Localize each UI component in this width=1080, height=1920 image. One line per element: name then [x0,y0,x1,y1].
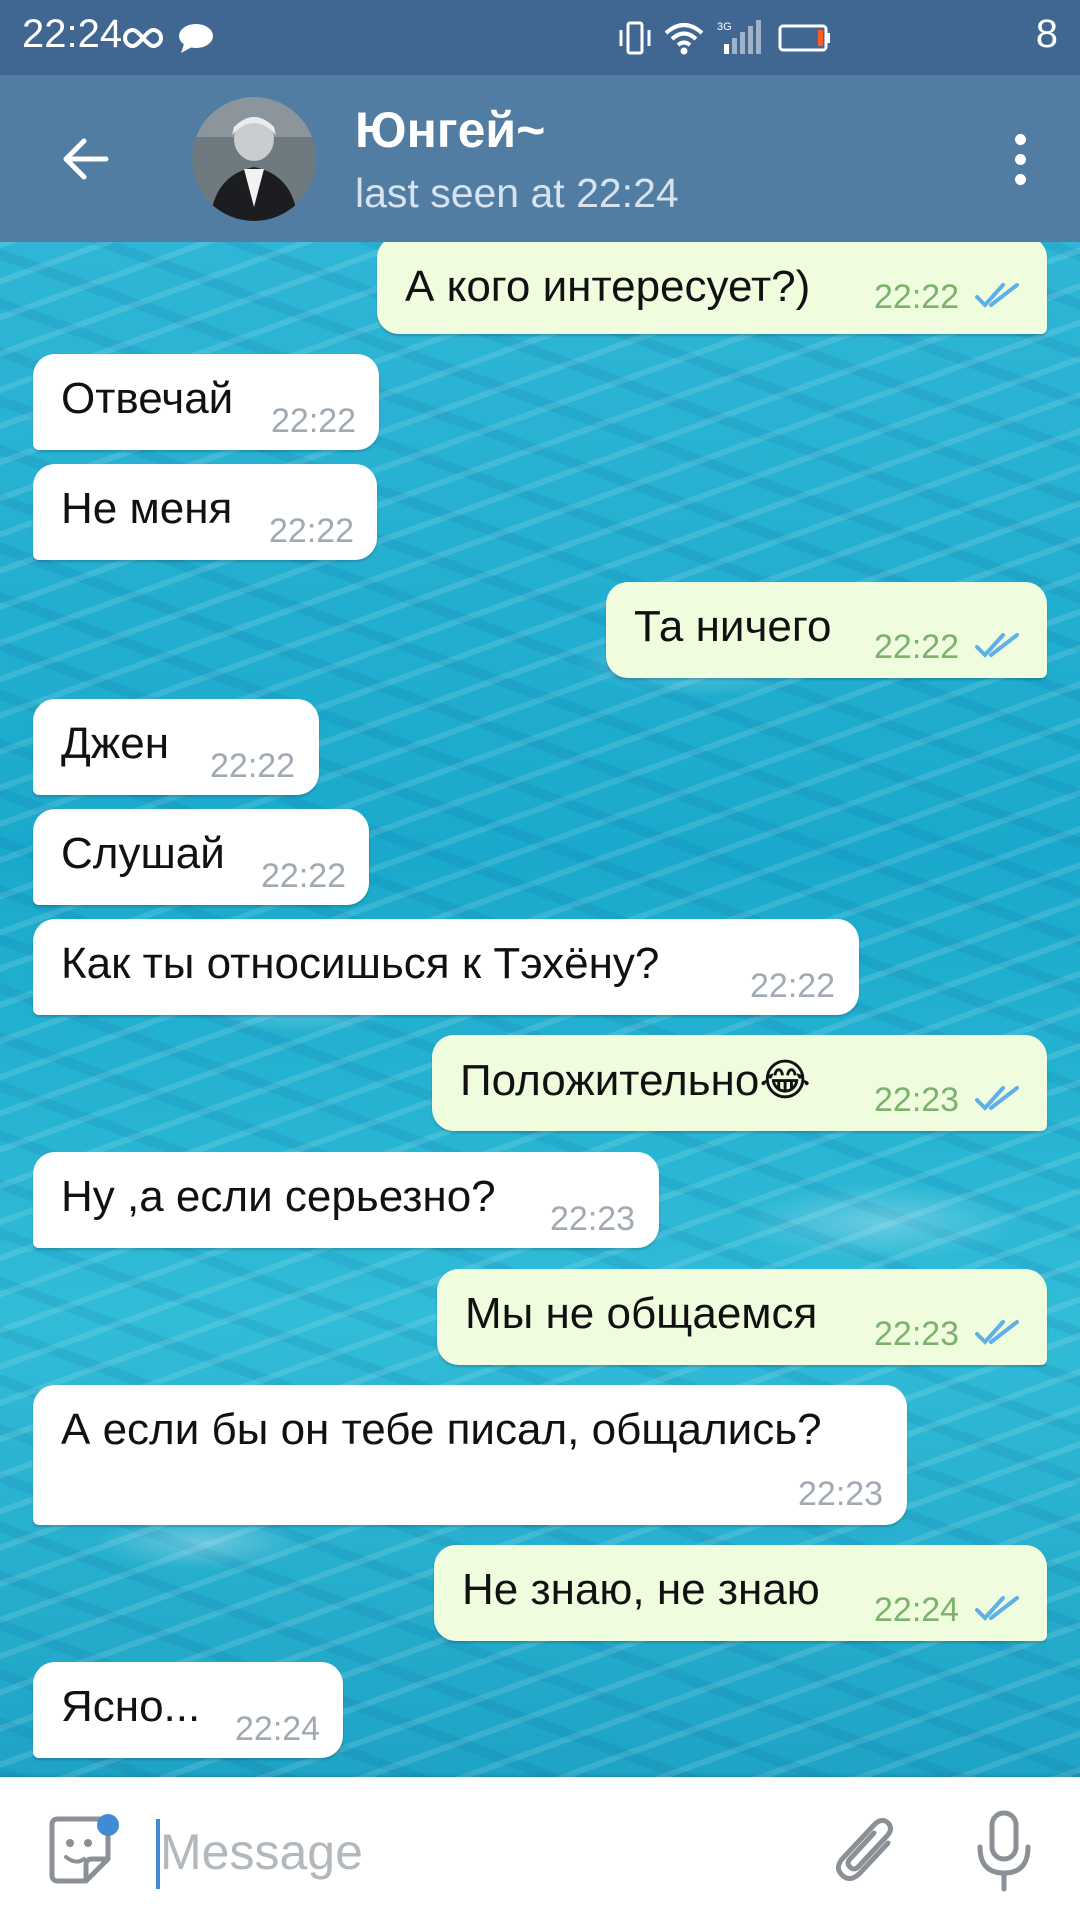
back-button[interactable] [50,127,120,191]
message-bubble-outgoing[interactable]: Та ничего 22:22 [606,582,1047,678]
microphone-icon [977,1810,1031,1892]
message-bubble-incoming[interactable]: Не меня 22:22 [33,464,377,560]
message-time: 22:22 [750,967,836,1005]
battery-icon [778,0,832,75]
microphone-button[interactable] [972,1809,1036,1893]
message-bubble-incoming[interactable]: Ясно... 22:24 [33,1662,343,1758]
vibrate-icon [618,0,652,75]
double-check-icon [975,1086,1019,1111]
message-text: Мы не общаемся [465,1289,818,1338]
message-text: Отвечай [61,374,234,423]
message-text: Положительно😂 [460,1056,811,1105]
chat-header: Юнгей~ last seen at 22:24 [0,75,1080,242]
message-bubble-outgoing[interactable]: Мы не общаемся 22:23 [437,1269,1047,1365]
message-list[interactable]: А кого интересует?) 22:22 Отвечай 22:22 … [0,242,1080,1777]
double-check-icon [975,1596,1019,1621]
message-time: 22:22 [261,857,347,895]
battery-level: 8 [1035,12,1058,56]
infinity-icon [122,0,164,75]
double-check-icon [975,633,1019,658]
chat-notification-icon [178,0,214,75]
status-bar: 22:24 3G 8 [0,0,1080,75]
status-time: 22:24 [22,12,123,56]
more-options-button[interactable] [990,115,1050,203]
message-time: 22:22 [269,512,355,550]
message-text: Ясно... [61,1682,201,1731]
more-vert-icon [1014,133,1026,145]
wifi-icon [664,0,704,75]
double-check-icon [975,1320,1019,1345]
message-time: 22:23 [874,1081,960,1119]
avatar-image [192,97,316,221]
message-text: Не знаю, не знаю [462,1565,820,1614]
message-time: 22:24 [874,1591,960,1629]
message-time: 22:24 [235,1710,321,1748]
message-time: 22:23 [874,1315,960,1353]
message-text: Слушай [61,829,225,878]
chat-title[interactable]: Юнгей~ [355,101,545,159]
message-time: 22:23 [550,1200,636,1238]
avatar[interactable] [192,97,316,221]
message-text: Не меня [61,484,233,533]
last-seen-status: last seen at 22:24 [355,170,679,216]
signal-3g-icon: 3G [716,0,762,75]
message-time: 22:22 [874,628,960,666]
message-bubble-incoming[interactable]: Джен 22:22 [33,699,319,795]
message-bubble-outgoing[interactable]: Положительно😂 22:23 [432,1035,1047,1131]
message-time: 22:23 [798,1475,884,1513]
message-input[interactable] [160,1807,800,1897]
message-text: А кого интересует?) [405,262,811,311]
attach-icon [836,1817,894,1881]
message-bubble-outgoing[interactable]: Не знаю, не знаю 22:24 [434,1545,1047,1641]
svg-text:3G: 3G [717,21,732,33]
message-text: Ну ,а если серьезно? [61,1172,496,1221]
back-arrow-icon [63,138,109,180]
message-time: 22:22 [210,747,296,785]
message-time: 22:22 [874,278,960,316]
message-bubble-incoming[interactable]: Слушай 22:22 [33,809,369,905]
message-text: Джен [61,719,170,768]
message-bubble-outgoing[interactable]: А кого интересует?) 22:22 [377,242,1047,334]
message-bubble-incoming[interactable]: Отвечай 22:22 [33,354,379,450]
message-input-bar [0,1777,1080,1920]
sticker-button[interactable] [44,1813,120,1889]
message-text: Как ты относишься к Тэхёну? [61,939,660,988]
sticker-icon [49,1814,119,1884]
attach-button[interactable] [830,1813,902,1889]
message-time: 22:22 [271,402,357,440]
double-check-icon [975,283,1019,308]
message-text: Та ничего [634,602,832,651]
message-bubble-incoming[interactable]: Как ты относишься к Тэхёну? 22:22 [33,919,859,1015]
message-bubble-incoming[interactable]: А если бы он тебе писал, общались? 22:23 [33,1385,907,1525]
message-bubble-incoming[interactable]: Ну ,а если серьезно? 22:23 [33,1152,659,1248]
message-text: А если бы он тебе писал, общались? [61,1405,822,1454]
